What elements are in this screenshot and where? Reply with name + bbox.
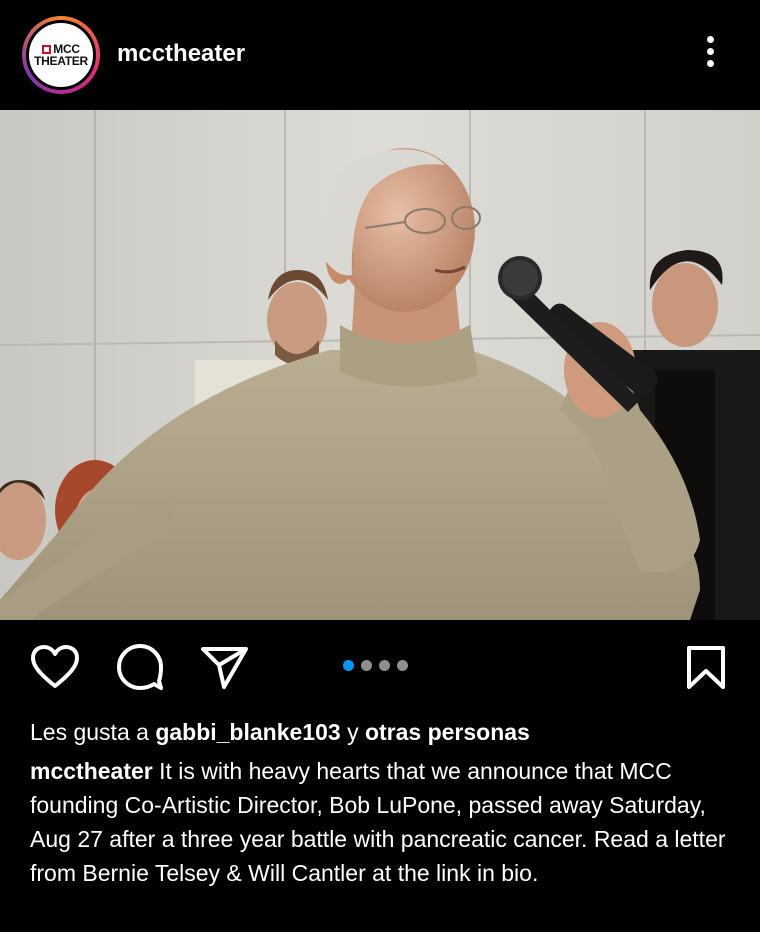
more-vertical-icon[interactable] bbox=[700, 36, 720, 76]
carousel-dot bbox=[379, 660, 390, 671]
photo-illustration bbox=[0, 110, 760, 620]
likes-prefix: Les gusta a bbox=[30, 719, 149, 745]
post-photo[interactable] bbox=[0, 110, 760, 620]
post-caption: mcctheater It is with heavy hearts that … bbox=[30, 754, 730, 890]
bookmark-icon[interactable] bbox=[686, 645, 726, 691]
avatar[interactable]: MCC THEATER bbox=[22, 16, 100, 94]
comment-icon[interactable] bbox=[115, 643, 165, 693]
post-username[interactable]: mcctheater bbox=[117, 40, 245, 68]
carousel-dot bbox=[397, 660, 408, 671]
likes-others-link[interactable]: otras personas bbox=[365, 719, 530, 745]
mcc-theater-logo: MCC THEATER bbox=[26, 20, 96, 90]
carousel-dot-active bbox=[343, 660, 354, 671]
logo-line-2: THEATER bbox=[34, 54, 88, 68]
heart-icon[interactable] bbox=[30, 644, 80, 690]
logo-square-icon bbox=[42, 44, 52, 54]
carousel-indicator bbox=[343, 660, 408, 671]
likes-conjunction: y bbox=[347, 719, 359, 745]
caption-username[interactable]: mcctheater bbox=[30, 758, 153, 784]
carousel-dot bbox=[361, 660, 372, 671]
post-header: MCC THEATER mcctheater bbox=[0, 0, 760, 110]
send-icon[interactable] bbox=[200, 645, 250, 691]
liked-by-user[interactable]: gabbi_blanke103 bbox=[155, 719, 340, 745]
likes-summary: Les gusta a gabbi_blanke103 y otras pers… bbox=[30, 716, 530, 748]
